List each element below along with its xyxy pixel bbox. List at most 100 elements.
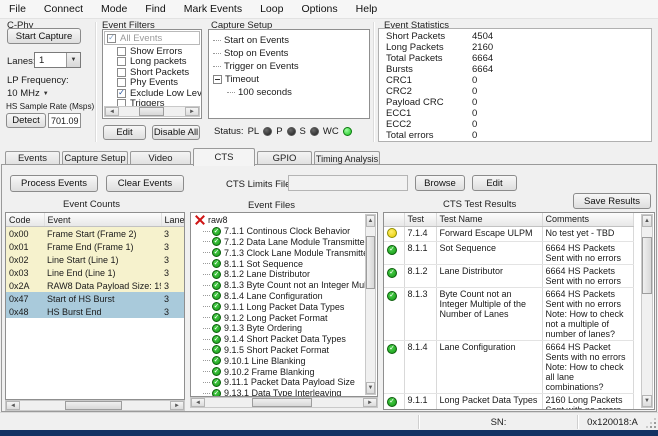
- table-row[interactable]: 0x00 Frame Start (Frame 2) 3: [6, 227, 185, 241]
- start-capture-button[interactable]: Start Capture: [7, 28, 81, 44]
- menu-item[interactable]: File: [0, 1, 35, 17]
- scrollbar-track[interactable]: [366, 227, 375, 382]
- scroll-up-icon[interactable]: ▲: [642, 215, 652, 227]
- tab-timing-analysis[interactable]: Timing Analysis: [314, 151, 380, 165]
- checkbox-icon[interactable]: [117, 68, 126, 77]
- table-row[interactable]: 0x03 Line End (Line 1) 3: [6, 266, 185, 279]
- menu-item[interactable]: Find: [136, 1, 174, 17]
- lanes-select[interactable]: 1 ▼: [34, 52, 81, 68]
- checkbox-icon[interactable]: [117, 78, 126, 87]
- checkbox-icon[interactable]: [107, 34, 116, 43]
- event-files-horizontal-scrollbar[interactable]: ◄ ►: [190, 397, 378, 408]
- column-header-event[interactable]: Event: [44, 213, 161, 227]
- filters-horizontal-scrollbar[interactable]: ◄ ►: [104, 106, 200, 117]
- menu-item[interactable]: Connect: [35, 1, 92, 17]
- column-header-test-name[interactable]: Test Name: [436, 213, 542, 227]
- tab-capture-setup[interactable]: Capture Setup: [62, 151, 128, 165]
- tree-item[interactable]: 9.1.2 Long Packet Format: [193, 312, 365, 323]
- tree-item[interactable]: 9.1.1 Long Packet Data Types: [193, 301, 365, 312]
- table-row[interactable]: 0x47 Start of HS Burst 3: [6, 292, 185, 305]
- process-events-button[interactable]: Process Events: [10, 175, 98, 192]
- tree-item-stop-on-events[interactable]: Stop on Events: [213, 47, 370, 60]
- tree-item[interactable]: 9.10.2 Frame Blanking: [193, 366, 365, 377]
- scrollbar-track[interactable]: [20, 401, 170, 410]
- limits-edit-button[interactable]: Edit: [472, 175, 517, 191]
- scroll-right-icon[interactable]: ►: [185, 107, 199, 116]
- checkbox-icon[interactable]: [117, 89, 126, 98]
- menu-item[interactable]: Mode: [92, 1, 136, 17]
- test-result-row[interactable]: 8.1.4 Lane Configuration 6664 HS Packet …: [384, 341, 633, 394]
- scrollbar-track[interactable]: [642, 227, 652, 395]
- table-row[interactable]: 0x02 Line Start (Line 1) 3: [6, 253, 185, 266]
- column-header-lane[interactable]: Lane: [161, 213, 185, 227]
- tree-item-timeout-value[interactable]: 100 seconds: [213, 86, 370, 99]
- scroll-up-icon[interactable]: ▲: [366, 215, 375, 227]
- scroll-left-icon[interactable]: ◄: [191, 398, 205, 407]
- clear-events-button[interactable]: Clear Events: [106, 175, 184, 192]
- scrollbar-track[interactable]: [205, 398, 363, 407]
- scroll-right-icon[interactable]: ►: [170, 401, 184, 410]
- tree-item[interactable]: 8.1.1 Sot Sequence: [193, 258, 365, 269]
- scrollbar-thumb[interactable]: [65, 401, 122, 410]
- scroll-down-icon[interactable]: ▼: [642, 395, 652, 407]
- tree-item[interactable]: 9.11.1 Packet Data Payload Size: [193, 377, 365, 388]
- tree-item[interactable]: 9.1.5 Short Packet Format: [193, 345, 365, 356]
- menu-item[interactable]: Loop: [251, 1, 292, 17]
- test-result-row[interactable]: 8.1.2 Lane Distributor 6664 HS Packets S…: [384, 265, 633, 288]
- tree-item[interactable]: 9.1.3 Byte Ordering: [193, 323, 365, 334]
- tree-root-raw8[interactable]: raw8: [193, 215, 365, 226]
- tree-item[interactable]: 8.1.4 Lane Configuration: [193, 291, 365, 302]
- filter-item[interactable]: Phy Events: [103, 78, 201, 89]
- scrollbar-thumb[interactable]: [642, 237, 652, 294]
- tree-item[interactable]: 9.13.1 Data Type Interleaving: [193, 388, 365, 397]
- collapse-icon[interactable]: [213, 75, 222, 84]
- menu-item[interactable]: Mark Events: [175, 1, 251, 17]
- tree-item[interactable]: 8.1.3 Byte Count not an Integer Multiple…: [193, 280, 365, 291]
- filter-item-all-events[interactable]: All Events: [104, 31, 200, 45]
- tree-item[interactable]: 7.1.1 Continous Clock Behavior: [193, 226, 365, 237]
- test-result-row[interactable]: 8.1.1 Sot Sequence 6664 HS Packets Sent …: [384, 242, 633, 265]
- column-header-test[interactable]: Test: [404, 213, 436, 227]
- event-files-vertical-scrollbar[interactable]: ▲ ▼: [365, 214, 376, 395]
- table-row[interactable]: 0x48 HS Burst End 3: [6, 305, 185, 318]
- tree-item-trigger-on-events[interactable]: Trigger on Events: [213, 60, 370, 73]
- tree-item-timeout[interactable]: Timeout: [213, 73, 370, 86]
- browse-button[interactable]: Browse: [415, 175, 465, 191]
- filter-item[interactable]: Long packets: [103, 57, 201, 68]
- column-header-comments[interactable]: Comments: [542, 213, 633, 227]
- resize-grip[interactable]: [646, 413, 658, 431]
- filter-item[interactable]: Short Packets: [103, 67, 201, 78]
- tree-item[interactable]: 9.10.1 Line Blanking: [193, 355, 365, 366]
- menu-item[interactable]: Help: [347, 1, 387, 17]
- scrollbar-thumb[interactable]: [139, 107, 164, 116]
- scrollbar-track[interactable]: [119, 107, 185, 116]
- column-header-code[interactable]: Code: [6, 213, 44, 227]
- disable-all-button[interactable]: Disable All: [152, 125, 200, 140]
- tab-events[interactable]: Events: [5, 151, 60, 165]
- scroll-right-icon[interactable]: ►: [363, 398, 377, 407]
- tree-item[interactable]: 7.1.2 Data Lane Module Transmitter Requi…: [193, 237, 365, 248]
- test-result-row[interactable]: 9.1.1 Long Packet Data Types 2160 Long P…: [384, 394, 633, 411]
- tree-item[interactable]: 9.1.4 Short Packet Data Types: [193, 334, 365, 345]
- lp-frequency-select[interactable]: 10 MHz ▼: [7, 88, 49, 99]
- filters-edit-button[interactable]: Edit: [103, 125, 146, 140]
- cts-limits-file-input[interactable]: [288, 175, 408, 191]
- scroll-left-icon[interactable]: ◄: [105, 107, 119, 116]
- tree-item-start-on-events[interactable]: Start on Events: [213, 34, 370, 47]
- tab-gpio[interactable]: GPIO: [257, 151, 312, 165]
- test-result-row[interactable]: 7.1.4 Forward Escape ULPM No test yet - …: [384, 227, 633, 242]
- table-row[interactable]: 0x01 Frame End (Frame 1) 3: [6, 240, 185, 253]
- checkbox-icon[interactable]: [117, 47, 126, 56]
- checkbox-icon[interactable]: [117, 57, 126, 66]
- tree-item[interactable]: 8.1.2 Lane Distributor: [193, 269, 365, 280]
- scrollbar-thumb[interactable]: [366, 236, 375, 289]
- results-vertical-scrollbar[interactable]: ▲ ▼: [641, 214, 653, 408]
- filter-item[interactable]: Show Errors: [103, 46, 201, 57]
- test-result-row[interactable]: 8.1.3 Byte Count not an Integer Multiple…: [384, 288, 633, 341]
- event-counts-horizontal-scrollbar[interactable]: ◄ ►: [5, 400, 185, 411]
- column-header-status[interactable]: [384, 213, 404, 227]
- table-row[interactable]: 0x2A RAW8 Data Payload Size: 19... 3: [6, 279, 185, 292]
- filter-item[interactable]: Exclude Low Level Even: [103, 88, 201, 99]
- tree-item[interactable]: 7.1.3 Clock Lane Module Transmitter Requ…: [193, 247, 365, 258]
- save-results-button[interactable]: Save Results: [573, 193, 651, 209]
